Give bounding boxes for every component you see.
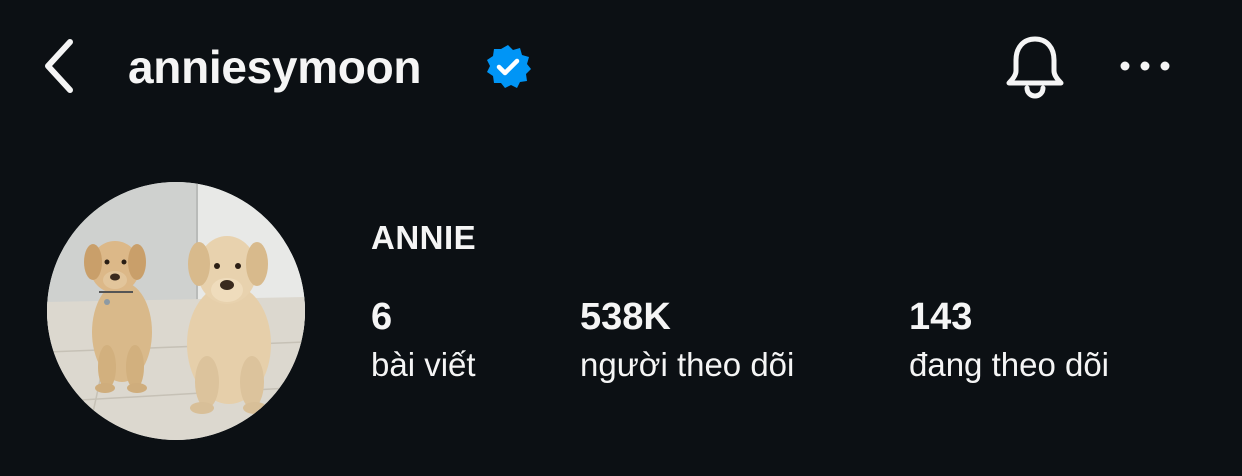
profile-username: anniesymoon	[128, 41, 422, 93]
profile-display-name: ANNIE	[371, 219, 477, 256]
followers-label: người theo dõi	[580, 346, 795, 383]
posts-count: 6	[371, 296, 393, 338]
profile-screen: anniesymoon ANNIE 6 bài viết 538K người …	[0, 0, 1242, 476]
chevron-left-icon	[45, 39, 73, 93]
posts-label: bài viết	[371, 346, 476, 383]
bell-icon	[1006, 36, 1064, 99]
stat-posts[interactable]: 6 bài viết	[371, 294, 476, 388]
verified-badge-icon	[484, 43, 532, 91]
following-label: đang theo dõi	[909, 346, 1110, 383]
notifications-button[interactable]	[1000, 32, 1070, 102]
back-button[interactable]	[30, 34, 86, 98]
more-horizontal-icon	[1120, 61, 1170, 71]
more-options-button[interactable]	[1112, 44, 1178, 88]
followers-count: 538K	[580, 296, 671, 338]
stat-followers[interactable]: 538K người theo dõi	[580, 294, 794, 388]
following-count: 143	[909, 296, 973, 338]
profile-photo	[47, 182, 305, 440]
stat-following[interactable]: 143 đang theo dõi	[909, 294, 1109, 388]
profile-avatar[interactable]	[47, 182, 305, 440]
